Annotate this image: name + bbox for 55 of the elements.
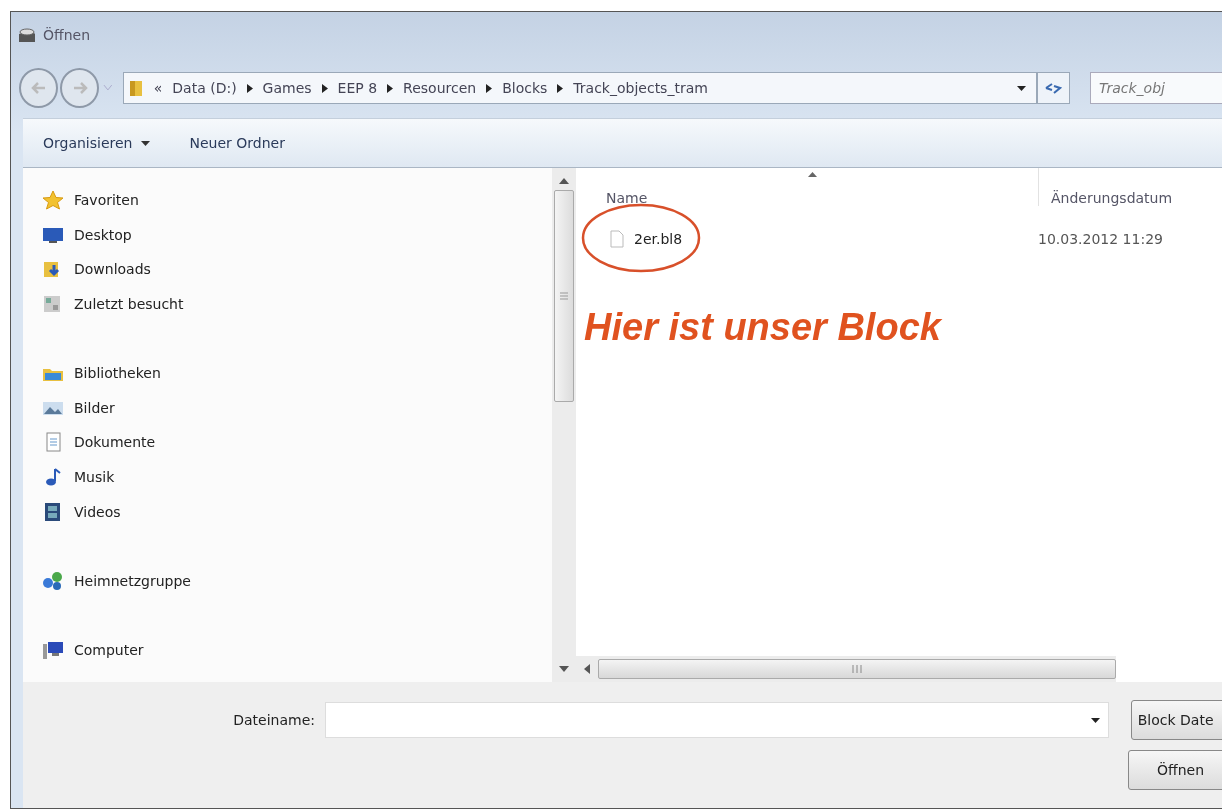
open-button[interactable]: Öffnen bbox=[1128, 750, 1222, 790]
star-icon bbox=[42, 190, 64, 211]
dropdown-caret-icon[interactable] bbox=[1016, 85, 1026, 91]
breadcrumb-item[interactable]: Resourcen bbox=[403, 80, 477, 96]
chevron-icon bbox=[486, 83, 493, 93]
address-bar[interactable]: « Data (D:) Games EEP 8 Resourcen Blocks Track_objects_tram bbox=[122, 72, 1037, 104]
computer-icon bbox=[42, 640, 64, 660]
chevron-icon bbox=[387, 83, 394, 93]
scroll-up-icon[interactable] bbox=[559, 178, 569, 184]
nav-item[interactable]: Musik bbox=[42, 459, 115, 495]
breadcrumb-item[interactable]: Games bbox=[262, 80, 312, 96]
chevron-icon bbox=[557, 83, 564, 93]
search-field[interactable]: Track_obj bbox=[1090, 72, 1222, 104]
nav-item[interactable]: Computer bbox=[42, 632, 144, 668]
nav-item[interactable]: Favoriten bbox=[42, 183, 139, 218]
nav-item[interactable]: Desktop bbox=[42, 217, 132, 253]
toolbar-button[interactable]: Neuer Ordner bbox=[189, 135, 285, 151]
folder-icon bbox=[127, 78, 144, 98]
column-header[interactable]: Name bbox=[576, 190, 1038, 206]
nav-item[interactable]: Heimnetzgruppe bbox=[42, 563, 191, 599]
dialog-icon bbox=[17, 26, 37, 44]
organize-menu[interactable]: Organisieren bbox=[43, 135, 150, 151]
scrollbar-thumb[interactable] bbox=[554, 190, 574, 402]
file-name: 2er.bl8 bbox=[634, 231, 683, 247]
file-date: 10.03.2012 11:29 bbox=[1038, 231, 1164, 247]
breadcrumb-overflow[interactable]: « bbox=[153, 80, 163, 96]
nav-item[interactable]: Videos bbox=[42, 494, 121, 529]
window-title: Öffnen bbox=[43, 27, 91, 43]
refresh-arrows-icon bbox=[1044, 80, 1063, 96]
breadcrumb-item[interactable]: Blocks bbox=[502, 80, 548, 96]
dropdown-caret-icon[interactable] bbox=[1090, 717, 1100, 723]
column-header[interactable]: Änderungsdatum bbox=[1038, 168, 1173, 206]
nav-item[interactable]: Downloads bbox=[42, 252, 151, 287]
nav-item[interactable]: Zuletzt besucht bbox=[42, 286, 184, 322]
file-type-dropdown[interactable]: Block Date bbox=[1130, 700, 1222, 740]
file-row[interactable]: 2er.bl8 10.03.2012 11:29 bbox=[576, 224, 1171, 254]
scrollbar-thumb[interactable] bbox=[598, 659, 1116, 679]
refresh-button[interactable] bbox=[1036, 72, 1070, 104]
scroll-left-icon[interactable] bbox=[584, 664, 590, 674]
nav-item[interactable]: Dokumente bbox=[42, 425, 156, 460]
scroll-down-icon[interactable] bbox=[559, 666, 569, 672]
annotation-text: Hier ist unser Block bbox=[584, 306, 941, 349]
breadcrumb-item[interactable]: EEP 8 bbox=[337, 80, 378, 96]
filename-label: Dateiname: bbox=[232, 712, 316, 728]
chevron-icon bbox=[246, 83, 253, 93]
sort-arrow-icon bbox=[808, 172, 817, 177]
network-icon bbox=[42, 570, 64, 591]
caret-icon bbox=[140, 140, 150, 146]
nav-item[interactable]: Bilder bbox=[42, 390, 115, 426]
filename-field[interactable] bbox=[325, 702, 1109, 738]
breadcrumb-item[interactable]: Data (D:) bbox=[172, 80, 237, 96]
nav-item[interactable]: Bibliotheken bbox=[42, 355, 161, 391]
chevron-icon bbox=[321, 83, 328, 93]
breadcrumb-item[interactable]: Track_objects_tram bbox=[573, 80, 708, 96]
file-icon bbox=[610, 230, 624, 248]
